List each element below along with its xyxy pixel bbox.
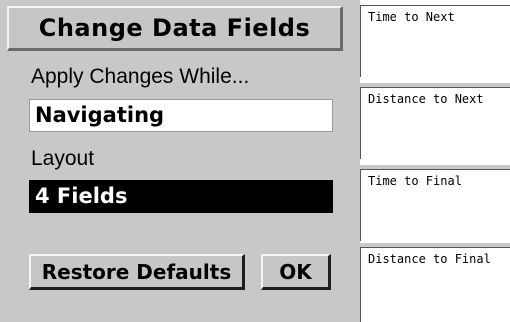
screen: Change Data Fields Apply Changes While..… (0, 0, 510, 322)
restore-defaults-button[interactable]: Restore Defaults (29, 254, 245, 290)
change-data-fields-menu: Change Data Fields Apply Changes While..… (0, 0, 348, 322)
data-field-label: Time to Next (368, 10, 455, 24)
data-field-2[interactable]: Distance to Next (360, 87, 510, 159)
ok-button[interactable]: OK (261, 254, 331, 290)
data-field-4[interactable]: Distance to Final (360, 247, 510, 322)
data-fields-column: Time to Next Distance to Next Time to Fi… (350, 0, 510, 322)
data-field-label: Time to Final (368, 174, 462, 188)
column-divider (350, 0, 360, 322)
data-field-label: Distance to Final (368, 252, 491, 266)
layout-select[interactable]: 4 Fields (29, 180, 333, 213)
apply-changes-label: Apply Changes While... (31, 65, 250, 88)
data-field-1[interactable]: Time to Next (360, 5, 510, 77)
data-field-3[interactable]: Time to Final (360, 169, 510, 241)
data-field-label: Distance to Next (368, 92, 484, 106)
layout-label: Layout (31, 147, 95, 170)
menu-title: Change Data Fields (7, 6, 343, 51)
apply-changes-select[interactable]: Navigating (29, 99, 333, 132)
